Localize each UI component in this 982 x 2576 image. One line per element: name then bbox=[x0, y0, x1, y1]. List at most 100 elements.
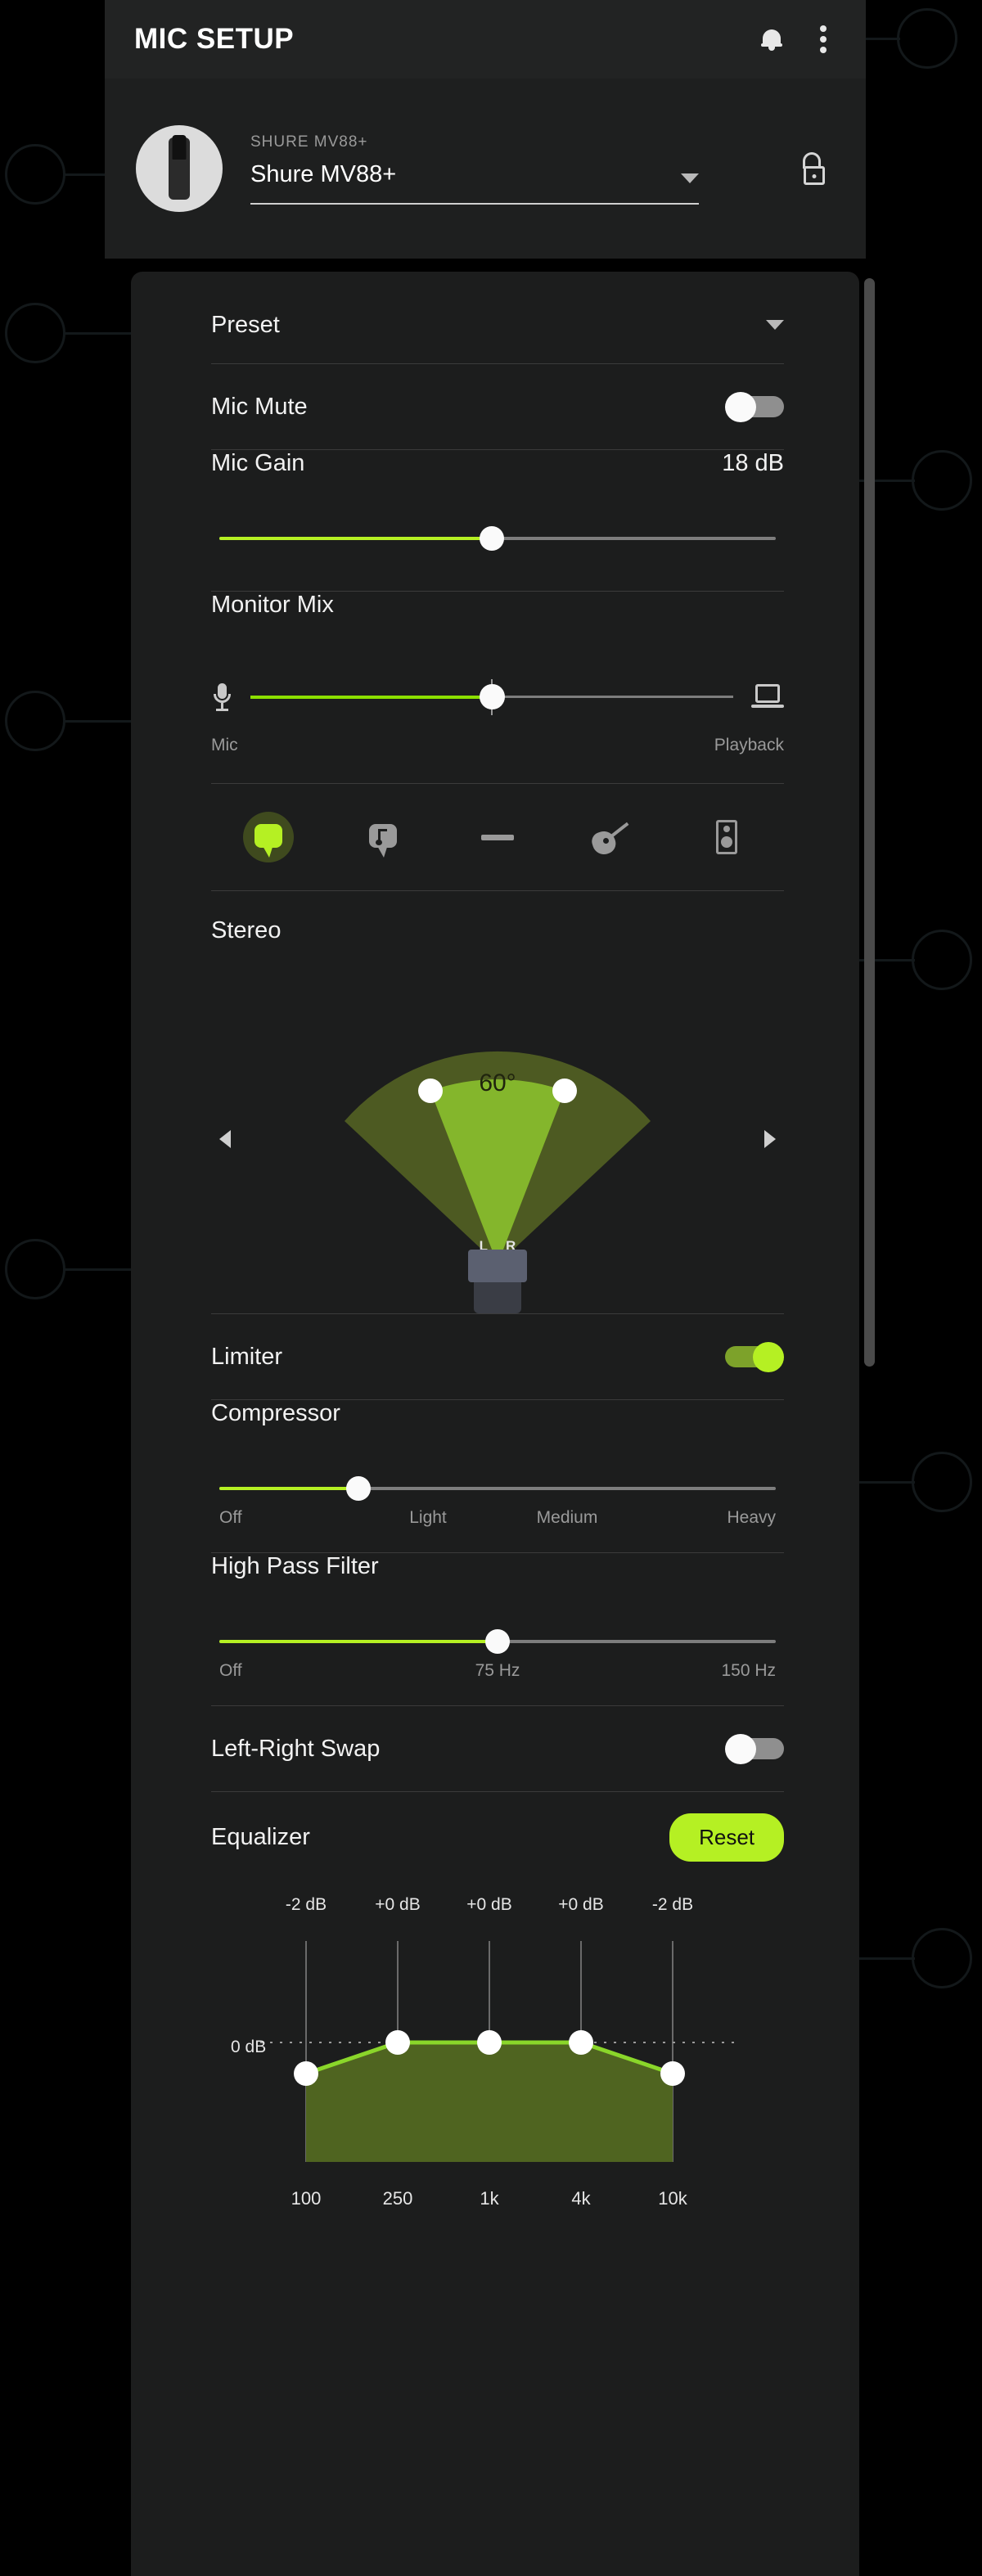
monitor-mix-left-label: Mic bbox=[211, 736, 238, 754]
mic-capsule-graphic bbox=[468, 1250, 527, 1313]
microphone-product-icon bbox=[136, 125, 223, 212]
eq-freq-1k: 1k bbox=[480, 2188, 499, 2209]
left-right-swap-label: Left-Right Swap bbox=[211, 1735, 381, 1762]
guitar-icon bbox=[589, 820, 632, 858]
callout-leader-line bbox=[849, 1957, 915, 1960]
callout-marker bbox=[5, 303, 65, 363]
microphone-icon bbox=[211, 683, 232, 711]
callout-marker bbox=[912, 930, 972, 990]
callout-leader-line bbox=[849, 959, 915, 961]
preset-flat-button[interactable] bbox=[440, 834, 555, 840]
equalizer-reset-button[interactable]: Reset bbox=[669, 1813, 784, 1862]
preset-label: Preset bbox=[211, 311, 280, 338]
callout-marker bbox=[5, 144, 65, 205]
callout-leader-line bbox=[64, 720, 137, 723]
callout-marker bbox=[5, 1239, 65, 1299]
bell-icon[interactable] bbox=[761, 27, 782, 52]
preset-acoustic-button[interactable] bbox=[555, 820, 669, 858]
callout-marker bbox=[912, 450, 972, 511]
page-title: MIC SETUP bbox=[134, 23, 295, 55]
mic-mute-toggle[interactable] bbox=[725, 392, 784, 422]
compressor-scale-light: Light bbox=[409, 1508, 447, 1527]
eq-value-1k: +0 dB bbox=[466, 1895, 512, 1914]
monitor-mix-slider[interactable] bbox=[250, 679, 733, 715]
unlock-icon[interactable] bbox=[800, 152, 828, 185]
compressor-scale: Off Light Medium Heavy bbox=[219, 1508, 776, 1528]
chevron-down-icon bbox=[681, 173, 699, 183]
mic-gain-label: Mic Gain bbox=[211, 450, 305, 476]
eq-handle-250 bbox=[385, 2030, 410, 2055]
eq-handle-10k bbox=[660, 2061, 685, 2086]
monitor-mix-right-label: Playback bbox=[714, 736, 784, 754]
monitor-mix-row: Monitor Mix bbox=[211, 592, 784, 662]
compressor-scale-medium: Medium bbox=[536, 1508, 598, 1527]
equalizer-header: Equalizer Reset bbox=[211, 1792, 784, 1882]
callout-marker bbox=[912, 1928, 972, 1988]
stereo-header: Stereo bbox=[211, 891, 784, 970]
music-bubble-icon bbox=[369, 824, 397, 858]
left-right-swap-toggle[interactable] bbox=[725, 1734, 784, 1764]
high-pass-filter-slider[interactable] bbox=[219, 1624, 776, 1660]
mic-gain-slider[interactable] bbox=[219, 520, 776, 556]
callout-marker bbox=[897, 8, 957, 69]
eq-zero-label: 0 dB bbox=[231, 2038, 267, 2056]
eq-handle-100 bbox=[294, 2061, 318, 2086]
high-pass-filter-label: High Pass Filter bbox=[211, 1553, 379, 1579]
stereo-label: Stereo bbox=[211, 916, 282, 943]
limiter-toggle[interactable] bbox=[725, 1342, 784, 1372]
mic-gain-value: 18 dB bbox=[722, 450, 784, 476]
eq-freq-100: 100 bbox=[291, 2188, 322, 2209]
settings-list: Preset Mic Mute Mic Gain 18 dB Monitor M… bbox=[211, 272, 784, 2209]
chevron-down-icon bbox=[766, 320, 784, 330]
hpf-scale-off: Off bbox=[219, 1661, 242, 1680]
compressor-label: Compressor bbox=[211, 1400, 340, 1426]
mic-mute-label: Mic Mute bbox=[211, 393, 308, 420]
eq-value-100: -2 dB bbox=[285, 1895, 327, 1914]
device-model-label: SHURE MV88+ bbox=[250, 133, 368, 151]
limiter-row: Limiter bbox=[211, 1314, 784, 1399]
preset-icon-strip bbox=[211, 784, 784, 890]
compressor-row: Compressor bbox=[211, 1400, 784, 1470]
kebab-menu-icon[interactable] bbox=[820, 25, 827, 53]
eq-value-10k: -2 dB bbox=[651, 1895, 694, 1914]
compressor-scale-off: Off bbox=[219, 1508, 242, 1527]
compressor-slider[interactable] bbox=[219, 1470, 776, 1506]
preset-speech-button[interactable] bbox=[211, 812, 326, 862]
equalizer-gain-values: -2 dB +0 dB +0 dB +0 dB -2 dB bbox=[260, 1895, 718, 1915]
flat-icon bbox=[481, 834, 514, 840]
equalizer-frequency-labels: 100 250 1k 4k 10k bbox=[260, 2188, 718, 2209]
limiter-label: Limiter bbox=[211, 1343, 283, 1370]
eq-value-4k: +0 dB bbox=[558, 1895, 604, 1914]
preset-singing-button[interactable] bbox=[326, 824, 440, 858]
high-pass-filter-row: High Pass Filter bbox=[211, 1553, 784, 1624]
callout-leader-line bbox=[849, 1481, 915, 1484]
monitor-mix-scale: Mic Playback bbox=[211, 736, 784, 755]
stereo-width-control[interactable]: 60° L R bbox=[211, 970, 784, 1313]
callout-leader-line bbox=[849, 480, 915, 482]
preset-loud-button[interactable] bbox=[669, 820, 784, 854]
device-selector-row: SHURE MV88+ Shure MV88+ bbox=[105, 79, 866, 259]
equalizer-graph[interactable]: 0 dB bbox=[211, 1920, 784, 2182]
eq-curve-svg bbox=[260, 1941, 735, 2162]
left-right-swap-row: Left-Right Swap bbox=[211, 1706, 784, 1791]
speaker-icon bbox=[716, 820, 737, 854]
device-name-value: Shure MV88+ bbox=[250, 160, 397, 187]
mic-mute-row: Mic Mute bbox=[211, 364, 784, 449]
mic-gain-row: Mic Gain 18 dB bbox=[211, 450, 784, 520]
eq-freq-4k: 4k bbox=[571, 2188, 591, 2209]
app-root: MIC SETUP SHURE MV88+ Shure MV88+ Preset bbox=[0, 0, 982, 2576]
stereo-angle-value: 60° bbox=[479, 1070, 516, 1097]
eq-freq-250: 250 bbox=[382, 2188, 413, 2209]
callout-marker bbox=[5, 691, 65, 751]
app-header: MIC SETUP bbox=[105, 0, 866, 79]
content-scrollbar[interactable] bbox=[864, 278, 875, 1367]
monitor-mix-label: Monitor Mix bbox=[211, 592, 334, 618]
equalizer-label: Equalizer bbox=[211, 1823, 310, 1850]
callout-marker bbox=[912, 1452, 972, 1512]
eq-handle-4k bbox=[569, 2030, 593, 2055]
preset-dropdown[interactable]: Preset bbox=[211, 272, 784, 363]
compressor-scale-heavy: Heavy bbox=[727, 1508, 776, 1527]
device-dropdown[interactable]: Shure MV88+ bbox=[250, 161, 699, 205]
device-info: SHURE MV88+ Shure MV88+ bbox=[250, 133, 769, 205]
speech-bubble-icon bbox=[255, 824, 282, 858]
